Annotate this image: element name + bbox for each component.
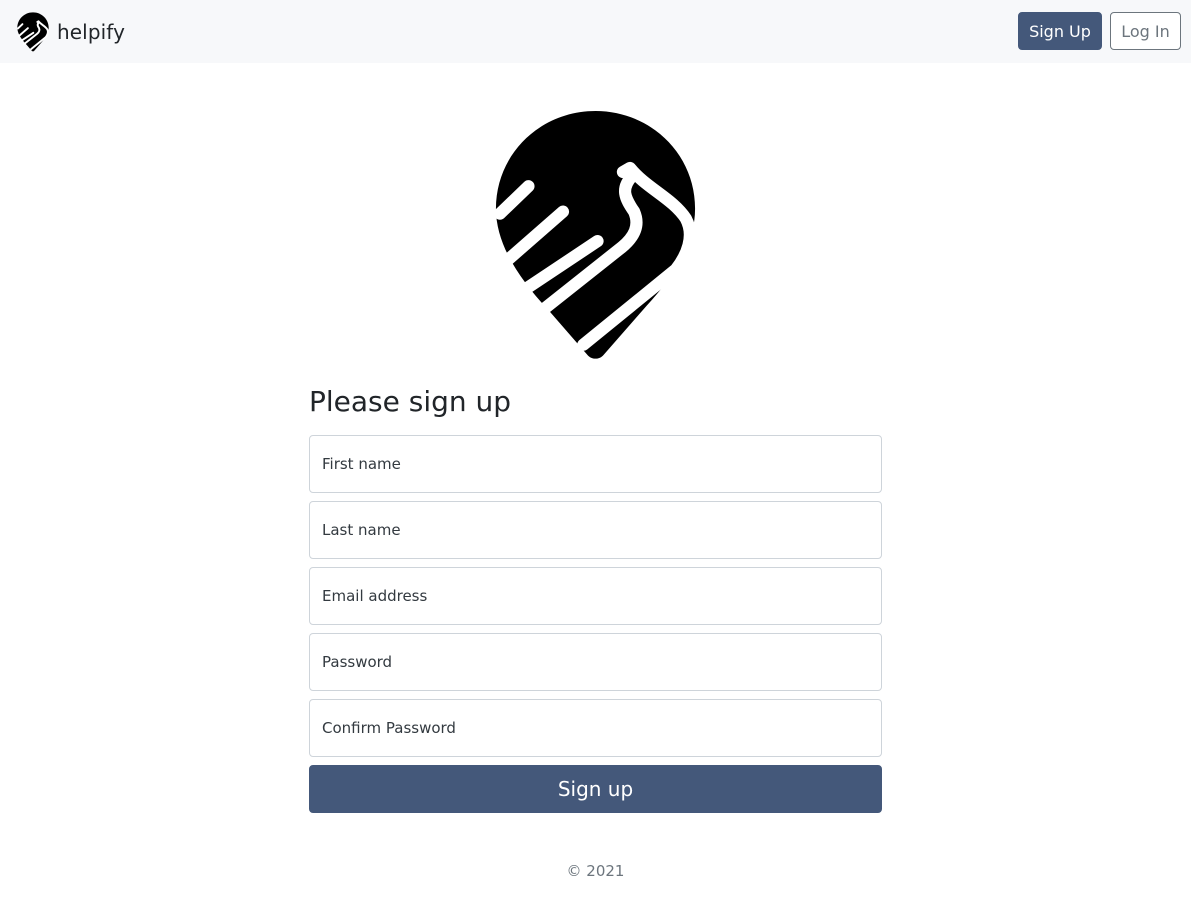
handshake-pin-icon	[16, 12, 50, 52]
handshake-pin-icon	[493, 109, 698, 363]
copyright-text: © 2021	[566, 862, 625, 880]
signup-nav-button[interactable]: Sign Up	[1018, 12, 1102, 50]
confirm-password-field[interactable]	[309, 699, 882, 757]
password-field[interactable]	[309, 633, 882, 691]
email-field[interactable]	[309, 567, 882, 625]
brand-name: helpify	[57, 20, 126, 44]
page-title: Please sign up	[309, 385, 512, 418]
login-nav-button[interactable]: Log In	[1110, 12, 1181, 50]
signup-submit-button[interactable]: Sign up	[309, 765, 882, 813]
first-name-field[interactable]	[309, 435, 882, 493]
top-navbar: helpify Sign Up Log In	[0, 0, 1191, 63]
brand-link[interactable]: helpify	[16, 12, 125, 52]
last-name-field[interactable]	[309, 501, 882, 559]
